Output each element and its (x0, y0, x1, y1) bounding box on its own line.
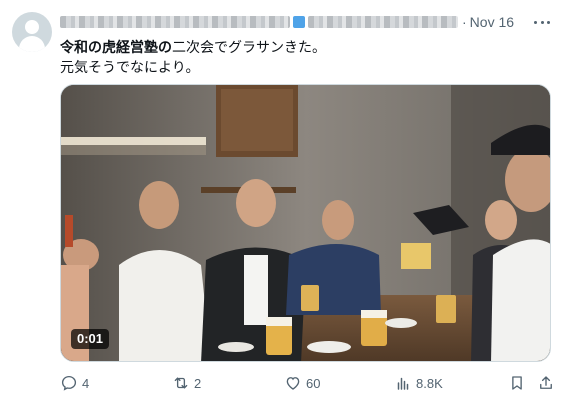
like-button[interactable]: 60 (284, 372, 320, 394)
separator-dot: · (462, 14, 467, 30)
tweet-text-line2: 元気そうでなにより。 (60, 59, 200, 75)
retweet-count: 2 (194, 375, 202, 391)
heart-icon (286, 377, 300, 390)
retweet-button[interactable]: 2 (172, 372, 201, 394)
reply-button[interactable]: 4 (60, 372, 89, 394)
tweet-header: · Nov 16 (60, 12, 560, 32)
video-timestamp: 0:01 (71, 329, 110, 349)
reply-icon (61, 375, 77, 391)
tweet-card[interactable]: · Nov 16 令和の虎経営塾の二次会でグラサンきた。 元気そうでなにより。 (0, 0, 566, 402)
tweet-date[interactable]: Nov 16 (470, 14, 514, 30)
tweet-text-line1: 二次会でグラサンきた。 (172, 39, 326, 55)
tweet-actions: 4 2 60 8.8K (60, 372, 556, 394)
bookmark-icon (512, 376, 522, 390)
default-profile-icon (25, 20, 39, 34)
views-button[interactable]: 8.8K (394, 372, 443, 394)
author-avatar[interactable] (12, 12, 52, 52)
retweet-icon (174, 377, 188, 389)
author-handle-redacted[interactable] (308, 16, 458, 28)
tweet-text-bold: 令和の虎経営塾の (60, 39, 172, 55)
share-button[interactable] (537, 372, 555, 394)
more-options-icon[interactable] (534, 12, 550, 32)
verified-badge-icon (293, 16, 305, 28)
bookmark-button[interactable] (508, 372, 526, 394)
tweet-text: 令和の虎経営塾の二次会でグラサンきた。 元気そうでなにより。 (60, 37, 550, 77)
video-frame (61, 85, 550, 361)
reply-count: 4 (82, 375, 90, 391)
tweet-video[interactable]: 0:01 (60, 84, 551, 362)
views-chart-icon (397, 377, 409, 390)
view-count: 8.8K (416, 375, 443, 391)
share-icon (540, 376, 552, 389)
like-count: 60 (306, 375, 321, 391)
author-name-redacted[interactable] (60, 16, 290, 28)
